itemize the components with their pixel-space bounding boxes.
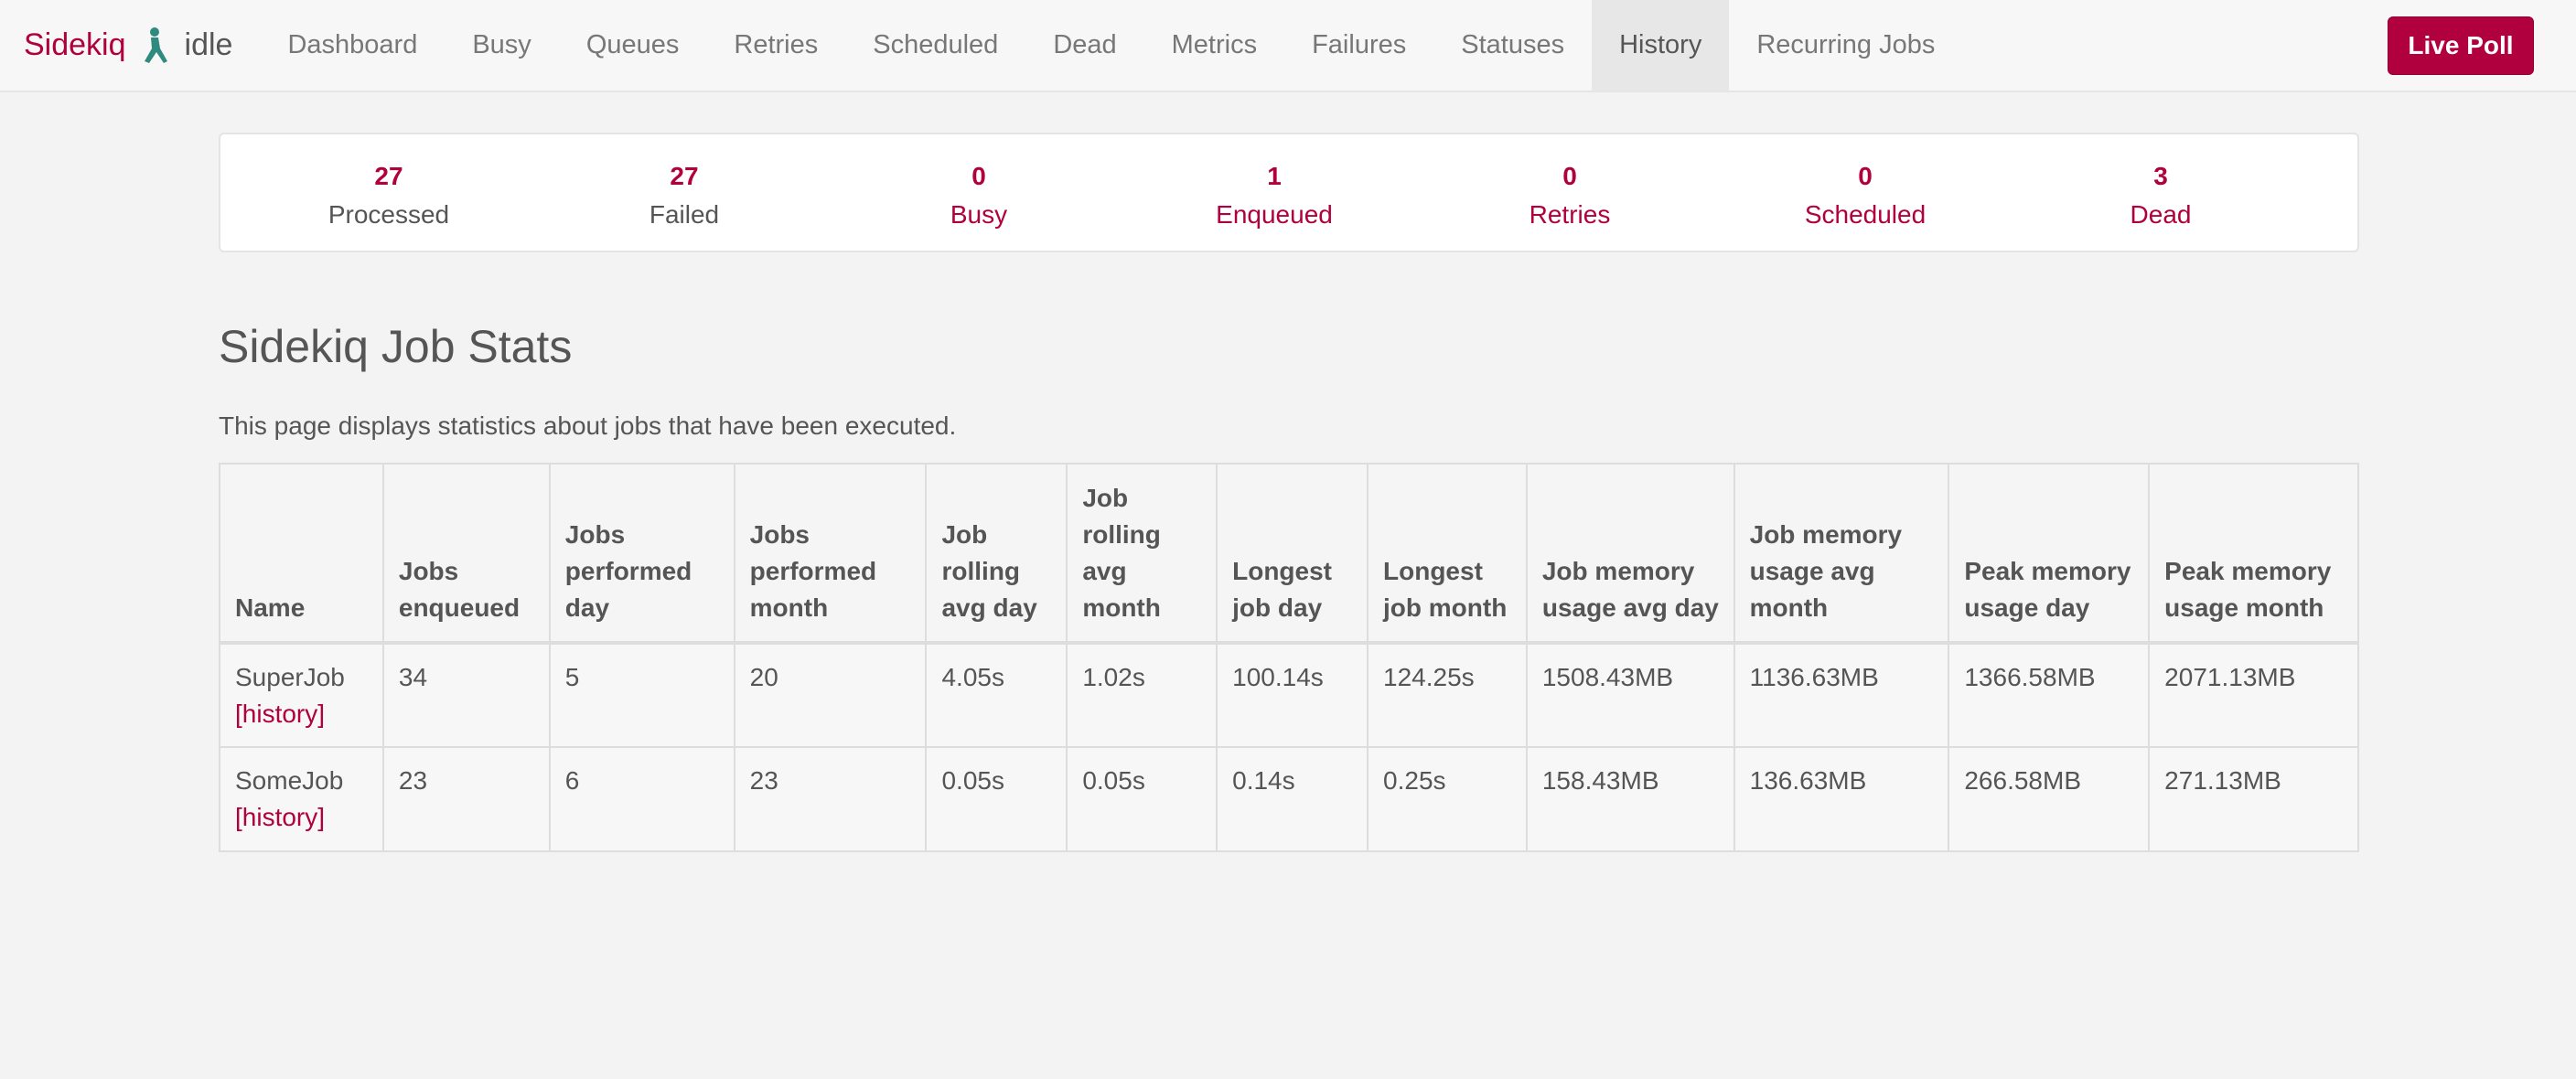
- table-row: SomeJob [history] 23 6 23 0.05s 0.05s 0.…: [219, 746, 2359, 852]
- col-header-memory-avg-day: Job memory usage avg day: [1525, 463, 1735, 644]
- cell-rolling-avg-month: 1.02s: [1066, 642, 1218, 748]
- cell-peak-memory-day: 1366.58MB: [1948, 642, 2151, 748]
- stat-scheduled-link[interactable]: Scheduled: [1755, 197, 1975, 233]
- nav-busy[interactable]: Busy: [445, 0, 558, 91]
- table-header-row: Name Jobs enqueued Jobs performed day Jo…: [219, 463, 2359, 644]
- history-link[interactable]: [history]: [235, 696, 370, 732]
- cell-performed-month: 23: [733, 746, 928, 852]
- brand-link[interactable]: Sidekiq idle: [0, 0, 260, 91]
- cell-memory-avg-day: 158.43MB: [1525, 746, 1735, 852]
- stat-failed: 27 Failed: [574, 160, 794, 233]
- stat-enqueued-value: 1: [1267, 162, 1282, 190]
- stat-retries-link[interactable]: Retries: [1460, 197, 1680, 233]
- col-header-longest-job-day: Longest job day: [1216, 463, 1369, 644]
- nav-dead[interactable]: Dead: [1025, 0, 1143, 91]
- navbar: Sidekiq idle Dashboard Busy Queues Retri…: [0, 0, 2576, 92]
- col-header-jobs-enqueued: Jobs enqueued: [381, 463, 551, 644]
- cell-longest-month: 0.25s: [1367, 746, 1528, 852]
- stat-retries-value: 0: [1562, 162, 1577, 190]
- job-name: SuperJob: [235, 663, 345, 691]
- cell-performed-day: 6: [548, 746, 735, 852]
- stat-scheduled-value: 0: [1858, 162, 1873, 190]
- cell-jobs-enqueued: 23: [381, 746, 551, 852]
- stat-dead-link[interactable]: Dead: [2051, 197, 2270, 233]
- cell-longest-day: 100.14s: [1216, 642, 1369, 748]
- stat-processed-label: Processed: [327, 200, 450, 229]
- stat-processed-value: 27: [374, 162, 403, 190]
- stat-retries[interactable]: 0 Retries: [1460, 160, 1680, 233]
- stat-failed-label: Failed: [649, 200, 720, 229]
- col-header-longest-job-month: Longest job month: [1367, 463, 1528, 644]
- stat-failed-value: 27: [670, 162, 699, 190]
- stat-dead[interactable]: 3 Dead: [2051, 160, 2270, 233]
- job-stats-table: Name Jobs enqueued Jobs performed day Jo…: [219, 463, 2359, 852]
- cell-memory-avg-month: 136.63MB: [1733, 746, 1950, 852]
- nav-retries[interactable]: Retries: [706, 0, 845, 91]
- nav-dashboard[interactable]: Dashboard: [260, 0, 445, 91]
- stat-processed: 27 Processed: [279, 160, 499, 233]
- nav-metrics[interactable]: Metrics: [1144, 0, 1284, 91]
- col-header-name: Name: [219, 463, 384, 644]
- page-description: This page displays statistics about jobs…: [219, 411, 957, 440]
- cell-rolling-avg-month: 0.05s: [1066, 746, 1218, 852]
- col-header-peak-memory-month: Peak memory usage month: [2148, 463, 2359, 644]
- cell-memory-avg-month: 1136.63MB: [1733, 642, 1950, 748]
- nav-statuses[interactable]: Statuses: [1433, 0, 1592, 91]
- page-title: Sidekiq Job Stats: [219, 321, 573, 372]
- nav-scheduled[interactable]: Scheduled: [845, 0, 1025, 91]
- process-status: idle: [184, 27, 233, 62]
- cell-peak-memory-day: 266.58MB: [1948, 746, 2151, 852]
- stat-enqueued-link[interactable]: Enqueued: [1165, 197, 1384, 233]
- cell-longest-day: 0.14s: [1216, 746, 1369, 852]
- stat-busy-link[interactable]: Busy: [869, 197, 1089, 233]
- table-row: SuperJob [history] 34 5 20 4.05s 1.02s 1…: [219, 642, 2359, 748]
- history-link[interactable]: [history]: [235, 799, 370, 836]
- nav-menu: Dashboard Busy Queues Retries Scheduled …: [260, 0, 1962, 91]
- stat-enqueued[interactable]: 1 Enqueued: [1165, 160, 1384, 233]
- brand-name: Sidekiq: [24, 27, 126, 62]
- sidekiq-logo-icon: [144, 27, 167, 63]
- cell-peak-memory-month: 2071.13MB: [2148, 642, 2359, 748]
- cell-job-name: SomeJob [history]: [219, 746, 384, 852]
- summary-bar: 27 Processed 27 Failed 0 Busy 1 Enqueued…: [219, 133, 2359, 252]
- cell-jobs-enqueued: 34: [381, 642, 551, 748]
- nav-recurring-jobs[interactable]: Recurring Jobs: [1729, 0, 1962, 91]
- col-header-jobs-performed-day: Jobs performed day: [548, 463, 735, 644]
- nav-queues[interactable]: Queues: [559, 0, 707, 91]
- nav-failures[interactable]: Failures: [1284, 0, 1433, 91]
- nav-history[interactable]: History: [1592, 0, 1730, 91]
- cell-memory-avg-day: 1508.43MB: [1525, 642, 1735, 748]
- cell-rolling-avg-day: 4.05s: [925, 642, 1068, 748]
- stat-busy-value: 0: [971, 162, 986, 190]
- cell-performed-day: 5: [548, 642, 735, 748]
- stat-dead-value: 3: [2153, 162, 2168, 190]
- col-header-rolling-avg-month: Job rolling avg month: [1066, 463, 1218, 644]
- live-poll-button[interactable]: Live Poll: [2388, 16, 2534, 75]
- col-header-rolling-avg-day: Job rolling avg day: [925, 463, 1068, 644]
- cell-longest-month: 124.25s: [1367, 642, 1528, 748]
- col-header-jobs-performed-month: Jobs performed month: [733, 463, 928, 644]
- stat-busy[interactable]: 0 Busy: [869, 160, 1089, 233]
- cell-rolling-avg-day: 0.05s: [925, 746, 1068, 852]
- col-header-peak-memory-day: Peak memory usage day: [1948, 463, 2151, 644]
- col-header-memory-avg-month: Job memory usage avg month: [1733, 463, 1950, 644]
- stat-scheduled[interactable]: 0 Scheduled: [1755, 160, 1975, 233]
- cell-performed-month: 20: [733, 642, 928, 748]
- job-name: SomeJob: [235, 766, 344, 795]
- cell-job-name: SuperJob [history]: [219, 642, 384, 748]
- cell-peak-memory-month: 271.13MB: [2148, 746, 2359, 852]
